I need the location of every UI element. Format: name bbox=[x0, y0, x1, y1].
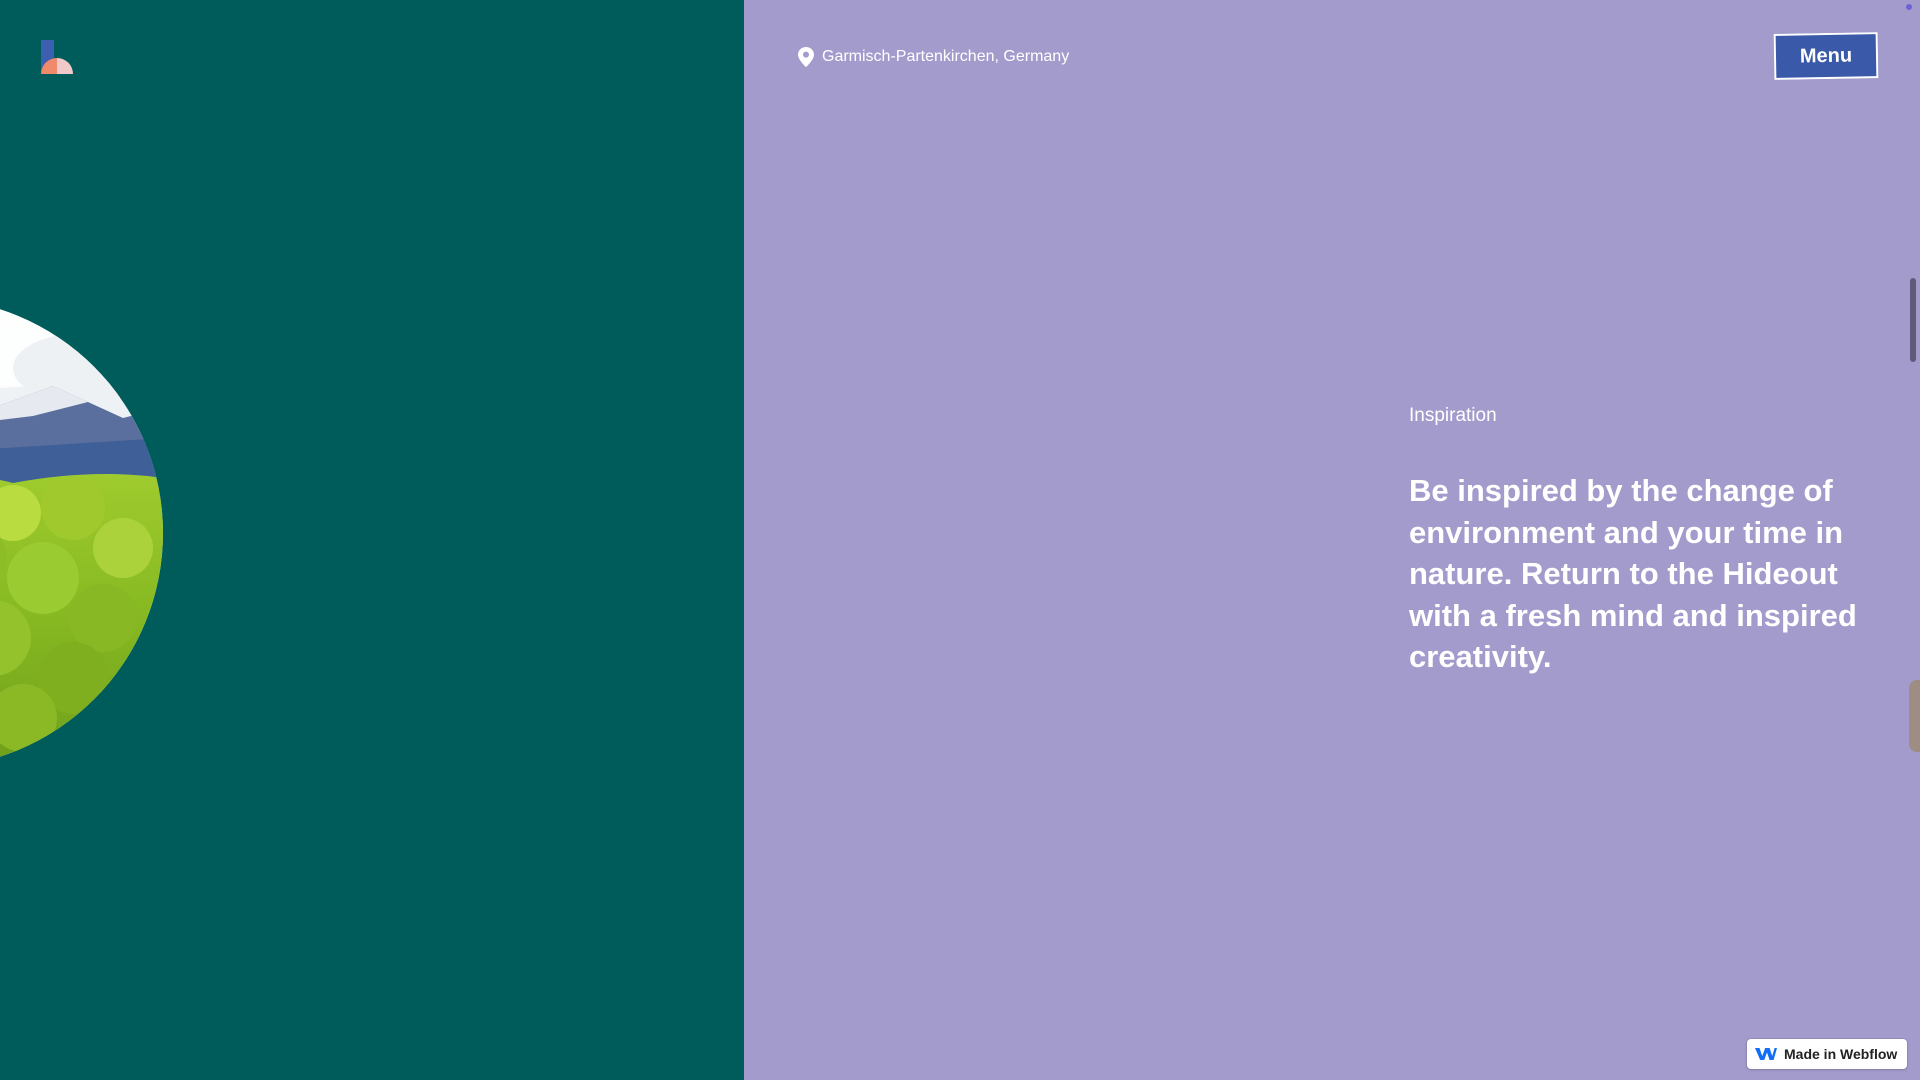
menu-button[interactable]: Menu bbox=[1773, 32, 1879, 80]
map-pin-icon bbox=[798, 47, 814, 67]
location-text: Garmisch-Partenkirchen, Germany bbox=[822, 48, 1070, 65]
corner-dot bbox=[1906, 4, 1912, 10]
made-in-webflow-badge[interactable]: Made in Webflow bbox=[1747, 1039, 1907, 1069]
edge-image-fragment bbox=[1909, 680, 1920, 752]
section-headline: Be inspired by the change of environment… bbox=[1409, 473, 1857, 674]
webflow-badge-label: Made in Webflow bbox=[1784, 1046, 1898, 1062]
location-indicator: Garmisch-Partenkirchen, Germany bbox=[798, 47, 1069, 67]
menu-button-label: Menu bbox=[1799, 44, 1853, 67]
section-label: Inspiration bbox=[1409, 405, 1497, 426]
page: Garmisch-Partenkirchen, Germany Menu Ins… bbox=[0, 0, 1920, 1080]
webflow-logo-icon bbox=[1755, 1048, 1777, 1060]
hideout-logo-icon[interactable] bbox=[38, 38, 76, 76]
scrollbar-thumb[interactable] bbox=[1910, 278, 1916, 362]
